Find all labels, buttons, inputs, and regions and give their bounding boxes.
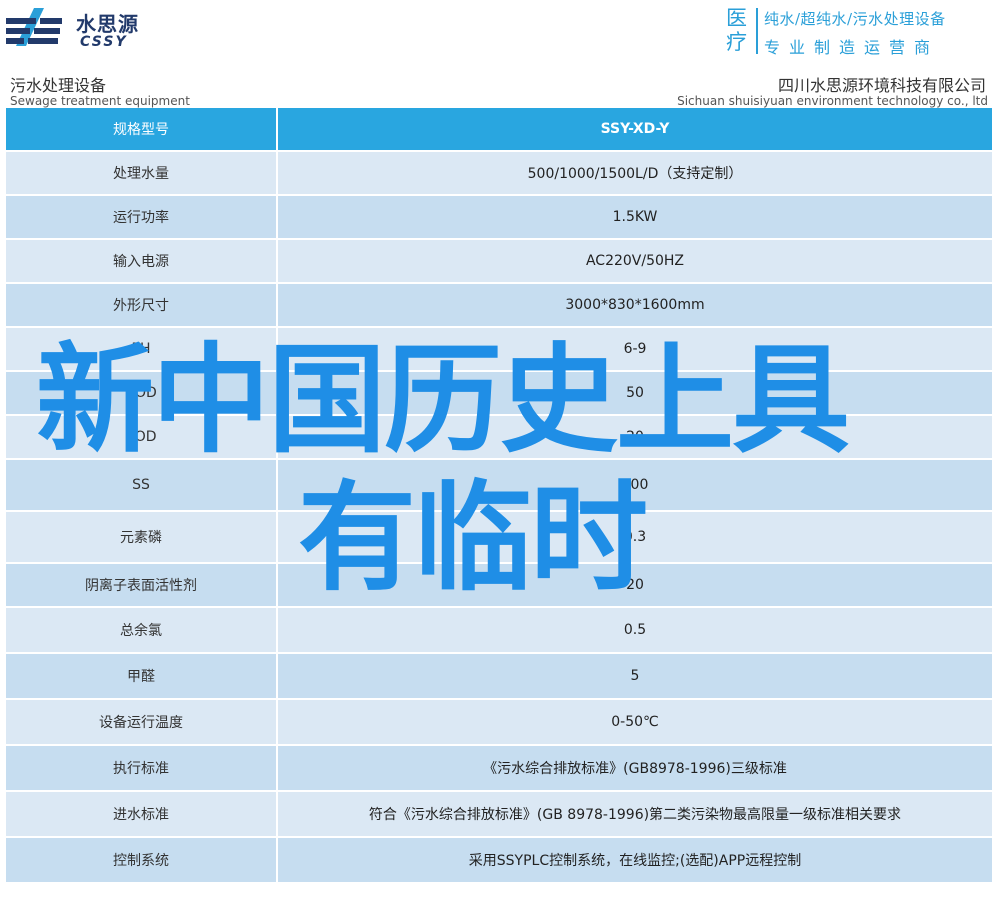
table-row: SS 400	[6, 460, 992, 512]
spec-value: 3000*830*1600mm	[565, 297, 705, 313]
spec-value: 500/1000/1500L/D（支持定制）	[527, 166, 743, 182]
spec-value: 0-50℃	[611, 714, 659, 730]
spec-label: 执行标准	[6, 746, 278, 790]
table-row: 处理水量 500/1000/1500L/D（支持定制）	[6, 152, 992, 196]
spec-label: 甲醛	[6, 654, 278, 698]
spec-value: 符合《污水综合排放标准》(GB 8978-1996)第二类污染物最高限量一级标准…	[368, 807, 902, 823]
spec-value: 1.5KW	[612, 209, 658, 225]
spec-value: 《污水综合排放标准》(GB8978-1996)三级标准	[483, 761, 787, 777]
page-header: 水思源 CSSY 医疗 纯水/超纯水/污水处理设备 专业制造运营商	[0, 0, 1000, 58]
product-category-cn: 污水处理设备	[10, 76, 107, 95]
spec-value: 6-9	[623, 341, 647, 357]
table-row: 设备运行温度 0-50℃	[6, 700, 992, 746]
logo-chinese-name: 水思源	[76, 12, 139, 36]
water-drop-logo-icon	[6, 8, 62, 46]
slogan-divider	[756, 8, 758, 54]
table-row: BOD 20	[6, 416, 992, 460]
table-row: 输入电源 AC220V/50HZ	[6, 240, 992, 284]
spec-label: 总余氯	[6, 608, 278, 652]
spec-value: 5	[630, 668, 640, 684]
spec-value: AC220V/50HZ	[585, 253, 685, 269]
spec-value: 50	[626, 385, 644, 401]
spec-value: 20	[626, 429, 644, 445]
spec-label: BOD	[6, 416, 278, 458]
spec-value: 采用SSYPLC控制系统，在线监控;(选配)APP远程控制	[468, 853, 802, 869]
slogan-products: 纯水/超纯水/污水处理设备	[764, 10, 946, 28]
table-row: PH 6-9	[6, 328, 992, 372]
spec-value: 0.3	[623, 529, 647, 545]
spec-label: 设备运行温度	[6, 700, 278, 744]
section-heading: 污水处理设备 Sewage treatment equipment 四川水思源环…	[0, 62, 1000, 110]
company-logo[interactable]: 水思源 CSSY	[4, 6, 144, 52]
table-row: 外形尺寸 3000*830*1600mm	[6, 284, 992, 328]
spec-value: SSY-XD-Y	[600, 121, 670, 137]
spec-label: 进水标准	[6, 792, 278, 836]
header-slogan: 医疗 纯水/超纯水/污水处理设备 专业制造运营商	[724, 4, 1000, 57]
spec-label: 元素磷	[6, 512, 278, 562]
company-name-en: Sichuan shuisiyuan environment technolog…	[677, 94, 988, 108]
table-row: 元素磷 0.3	[6, 512, 992, 564]
product-category-en: Sewage treatment equipment	[10, 94, 190, 108]
spec-table: 规格型号 SSY-XD-Y 处理水量 500/1000/1500L/D（支持定制…	[6, 108, 992, 884]
table-row: 运行功率 1.5KW	[6, 196, 992, 240]
spec-label: 输入电源	[6, 240, 278, 282]
spec-value: 20	[626, 577, 644, 593]
spec-label: 规格型号	[6, 108, 278, 150]
table-row: 进水标准 符合《污水综合排放标准》(GB 8978-1996)第二类污染物最高限…	[6, 792, 992, 838]
spec-label: 控制系统	[6, 838, 278, 882]
spec-label: COD	[6, 372, 278, 414]
spec-label: SS	[6, 460, 278, 510]
table-row: COD 50	[6, 372, 992, 416]
table-row: 控制系统 采用SSYPLC控制系统，在线监控;(选配)APP远程控制	[6, 838, 992, 884]
table-header-row: 规格型号 SSY-XD-Y	[6, 108, 992, 152]
company-name-cn: 四川水思源环境科技有限公司	[777, 76, 986, 95]
spec-label: PH	[6, 328, 278, 370]
table-row: 阴离子表面活性剂 20	[6, 564, 992, 608]
spec-value: 0.5	[623, 622, 647, 638]
spec-value: 400	[621, 477, 649, 493]
table-row: 甲醛 5	[6, 654, 992, 700]
slogan-operator: 专业制造运营商	[764, 38, 940, 57]
slogan-medical: 医疗	[726, 6, 747, 54]
spec-label: 阴离子表面活性剂	[6, 564, 278, 606]
table-row: 总余氯 0.5	[6, 608, 992, 654]
logo-english-name: CSSY	[80, 34, 128, 50]
spec-label: 处理水量	[6, 152, 278, 194]
spec-label: 运行功率	[6, 196, 278, 238]
spec-label: 外形尺寸	[6, 284, 278, 326]
table-row: 执行标准 《污水综合排放标准》(GB8978-1996)三级标准	[6, 746, 992, 792]
